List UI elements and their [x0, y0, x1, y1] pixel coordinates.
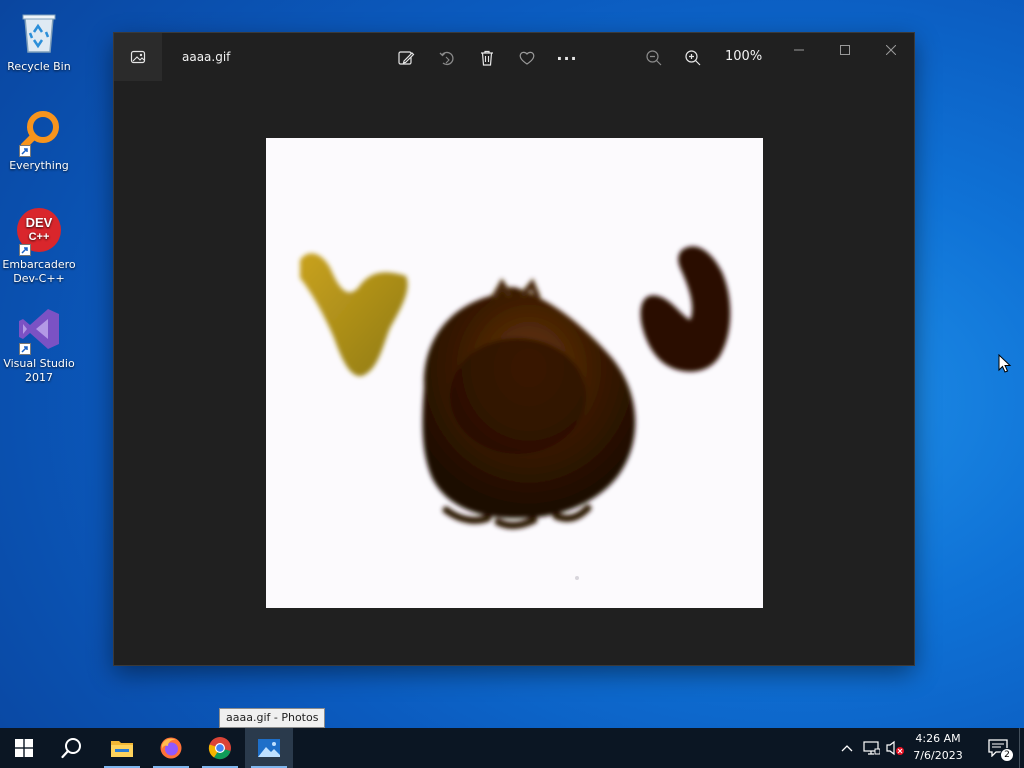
visual-studio-icon: [13, 303, 65, 355]
file-name: aaaa.gif: [182, 50, 231, 64]
chrome-icon: [208, 737, 231, 760]
taskbar-tooltip: aaaa.gif - Photos: [219, 708, 326, 728]
taskbar-photos[interactable]: [245, 728, 293, 768]
start-button[interactable]: [0, 728, 48, 768]
network-icon[interactable]: [860, 728, 882, 768]
search-button[interactable]: [48, 728, 96, 768]
taskbar-clock[interactable]: 4:26 AM 7/6/2023: [906, 730, 970, 766]
edit-create-icon[interactable]: [393, 45, 419, 71]
favorite-icon[interactable]: [514, 45, 540, 71]
everything-label: Everything: [9, 159, 69, 172]
everything-search-icon: [13, 105, 65, 157]
taskbar-file-explorer[interactable]: [98, 728, 146, 768]
search-icon: [61, 738, 81, 759]
recycle-bin-icon: [13, 6, 65, 58]
desktop-icon-everything[interactable]: Everything: [0, 105, 78, 173]
photos-titlebar[interactable]: aaaa.gif ··· 100%: [114, 33, 914, 81]
taskbar-chrome[interactable]: [196, 728, 244, 768]
action-center-button[interactable]: 2: [978, 728, 1018, 768]
show-desktop-button[interactable]: [1019, 728, 1020, 768]
devcpp-label: Embarcadero Dev-C++: [2, 258, 76, 285]
delete-icon[interactable]: [474, 45, 500, 71]
svg-text:DEV: DEV: [26, 215, 53, 230]
notification-count-badge: 2: [1000, 748, 1014, 762]
tray-overflow-chevron-icon[interactable]: [836, 728, 858, 768]
shortcut-arrow-icon: [19, 244, 31, 256]
shortcut-arrow-icon: [19, 145, 31, 157]
recycle-bin-label: Recycle Bin: [7, 60, 71, 73]
shortcut-arrow-icon: [19, 343, 31, 355]
desktop-icon-recycle-bin[interactable]: Recycle Bin: [0, 6, 78, 74]
clock-date: 7/6/2023: [913, 749, 963, 762]
clock-time: 4:26 AM: [915, 732, 961, 745]
volume-muted-icon[interactable]: [884, 728, 906, 768]
photos-app-icon[interactable]: [114, 33, 162, 81]
desktop-icon-devcpp[interactable]: DEV C++ Embarcadero Dev-C++: [0, 204, 78, 286]
mouse-cursor-icon: [998, 353, 1012, 374]
rotate-icon[interactable]: [433, 45, 459, 71]
more-icon[interactable]: ···: [554, 45, 580, 71]
taskbar: 4:26 AM 7/6/2023 2: [0, 728, 1024, 768]
firefox-icon: [160, 737, 182, 759]
photos-icon: [258, 739, 280, 757]
maximize-button[interactable]: [822, 37, 868, 63]
visual-studio-label: Visual Studio 2017: [3, 357, 75, 384]
zoom-in-icon[interactable]: [680, 45, 706, 71]
zoom-out-icon[interactable]: [641, 45, 667, 71]
desktop-icon-visual-studio[interactable]: Visual Studio 2017: [0, 303, 78, 385]
devcpp-logo-icon: DEV C++: [13, 204, 65, 256]
zoom-level[interactable]: 100%: [725, 49, 762, 64]
folder-icon: [111, 741, 133, 757]
close-button[interactable]: [868, 37, 914, 63]
windows-logo-icon: [15, 739, 33, 757]
gif-image[interactable]: [266, 138, 763, 608]
svg-text:C++: C++: [29, 231, 50, 243]
photos-window[interactable]: aaaa.gif ··· 100%: [114, 33, 914, 665]
taskbar-firefox[interactable]: [147, 728, 195, 768]
minimize-button[interactable]: [776, 37, 822, 63]
